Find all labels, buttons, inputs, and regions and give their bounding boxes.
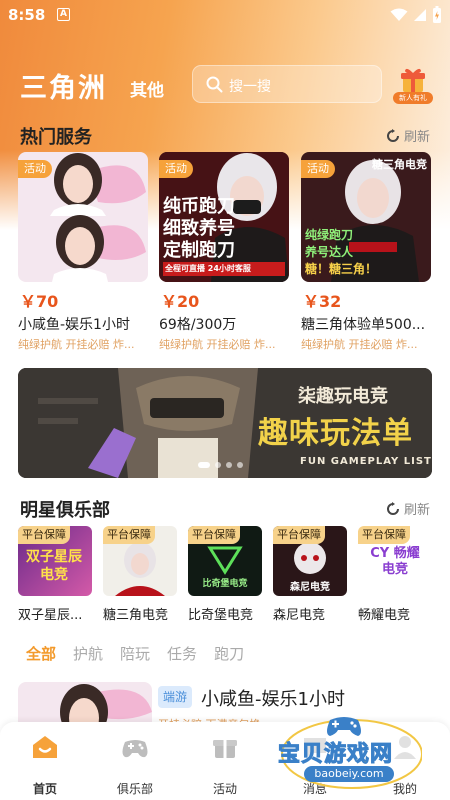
filter-tab-run[interactable]: 跑刀 — [214, 643, 244, 667]
club-logo-text: 双子星辰电竞 — [26, 549, 82, 583]
refresh-button[interactable]: 刷新 — [386, 499, 430, 518]
service-card[interactable]: 活动 ￥70 小咸鱼-娱乐1小时 纯绿护航 开挂必赔 炸... — [18, 152, 148, 352]
platform-guarantee-badge: 平台保障 — [103, 526, 155, 544]
club-logo-text: 森尼电竞 — [290, 582, 330, 593]
hot-services-list: 活动 ￥70 小咸鱼-娱乐1小时 纯绿护航 开挂必赔 炸... 纯币跑刀 细致养… — [18, 152, 438, 352]
filter-tab-all[interactable]: 全部 — [26, 643, 56, 667]
service-card[interactable]: 纯币跑刀 细致养号 定制跑刀 全程可直播 24小时客服 活动 ￥20 69格/3… — [159, 152, 289, 352]
search-placeholder: 搜一搜 — [229, 79, 271, 95]
club-card[interactable]: 平台保障 糖三角电竞 — [103, 526, 177, 626]
wifi-icon — [390, 8, 408, 21]
service-title: 69格/300万 — [159, 317, 237, 333]
club-name: 双子星辰... — [18, 608, 83, 623]
signal-icon — [414, 9, 426, 21]
pagination-dot[interactable] — [237, 462, 243, 468]
system-icons — [390, 6, 442, 24]
search-bar[interactable]: 搜一搜 — [192, 65, 382, 103]
club-card[interactable]: CY 畅耀电竞 平台保障 畅耀电竞 — [358, 526, 432, 626]
category-switch[interactable]: 其他 — [130, 76, 164, 101]
club-name: 比奇堡电竞 — [188, 608, 254, 623]
club-card[interactable]: 森尼电竞 平台保障 森尼电竞 — [273, 526, 347, 626]
service-price: ￥32 — [303, 292, 342, 311]
club-name: 糖三角电竞 — [103, 608, 169, 623]
activity-tag: 活动 — [159, 160, 193, 178]
tab-label: 俱乐部 — [116, 782, 153, 796]
pagination-dot[interactable] — [226, 462, 232, 468]
refresh-label: 刷新 — [403, 130, 430, 145]
section-title: 明星俱乐部 — [20, 500, 110, 521]
filter-tab-escort[interactable]: 护航 — [73, 643, 103, 667]
activity-tag: 活动 — [18, 160, 52, 178]
home-icon — [33, 736, 57, 758]
club-name: 畅耀电竞 — [358, 608, 411, 623]
pagination-dot[interactable] — [198, 462, 210, 468]
list-item-title: 小咸鱼-娱乐1小时 — [201, 689, 345, 710]
club-logo-text: CY 畅耀电竞 — [370, 546, 420, 577]
club-logo-text: 比奇堡电竞 — [202, 579, 248, 589]
category-filter-tabs: 全部 护航 陪玩 任务 跑刀 — [26, 643, 244, 667]
gift-label: 新人有礼 — [393, 92, 433, 104]
platform-guarantee-badge: 平台保障 — [188, 526, 240, 544]
banner-line3: FUN GAMEPLAY LIST — [300, 456, 432, 467]
service-title: 糖三角体验单500... — [301, 317, 426, 333]
hot-services-header: 热门服务 刷新 — [0, 121, 450, 151]
site-watermark: 宝贝游戏网 baobeiy.com — [272, 712, 422, 792]
section-title: 热门服务 — [20, 127, 92, 148]
platform-guarantee-badge: 平台保障 — [273, 526, 325, 544]
platform-guarantee-badge: 平台保障 — [358, 526, 410, 544]
banner-line2: 趣味玩法单 — [258, 416, 413, 451]
service-price: ￥70 — [20, 292, 59, 311]
search-icon — [206, 76, 223, 93]
tab-label: 活动 — [212, 782, 237, 796]
banner-line1: 柒趣玩电竞 — [298, 386, 388, 407]
refresh-icon — [387, 128, 399, 142]
refresh-label: 刷新 — [403, 503, 430, 518]
tab-home[interactable]: 首页 — [0, 732, 90, 796]
banner-pagination — [198, 462, 243, 468]
club-name: 森尼电竞 — [273, 608, 326, 623]
service-image-caption: 纯币跑刀 细致养号 定制跑刀 全程可直播 24小时客服 — [163, 196, 285, 276]
tab-activity[interactable]: 活动 — [180, 732, 270, 796]
game-title[interactable]: 三角洲 — [20, 66, 107, 105]
header: 三角洲 其他 搜一搜 新人有礼 — [0, 62, 450, 106]
pagination-dot[interactable] — [215, 462, 221, 468]
filter-tab-companion[interactable]: 陪玩 — [120, 643, 150, 667]
platform-guarantee-badge: 平台保障 — [18, 526, 70, 544]
club-card[interactable]: 比奇堡电竞 平台保障 比奇堡电竞 — [188, 526, 262, 626]
newcomer-gift-button[interactable]: 新人有礼 — [393, 66, 433, 104]
club-card[interactable]: 双子星辰电竞 平台保障 双子星辰... — [18, 526, 92, 626]
star-clubs-list: 双子星辰电竞 平台保障 双子星辰... 平台保障 糖三角电竞 比奇堡电竞 平台保… — [18, 526, 438, 626]
service-tags: 纯绿护航 开挂必赔 炸... — [159, 338, 276, 351]
watermark-url: baobeiy.com — [304, 766, 394, 782]
gamepad-icon — [122, 740, 148, 758]
status-bar: 8:58 A — [0, 0, 450, 30]
star-clubs-header: 明星俱乐部 刷新 — [0, 494, 450, 524]
tab-label: 首页 — [32, 782, 57, 796]
platform-tag: 端游 — [158, 686, 193, 708]
status-time: 8:58 — [8, 6, 46, 24]
notification-icon: A — [57, 8, 70, 21]
service-tags: 纯绿护航 开挂必赔 炸... — [18, 338, 135, 351]
gift-icon — [213, 740, 237, 758]
tab-club[interactable]: 俱乐部 — [90, 732, 180, 796]
service-price: ￥20 — [161, 292, 200, 311]
watermark-text: 宝贝游戏网 — [277, 742, 394, 768]
activity-tag: 活动 — [301, 160, 335, 178]
gift-icon — [401, 68, 425, 92]
service-title: 小咸鱼-娱乐1小时 — [18, 317, 130, 333]
battery-icon — [433, 6, 441, 23]
service-tags: 纯绿护航 开挂必赔 炸... — [301, 338, 418, 351]
service-card[interactable]: 糖三角电竞 纯绿跑刀 养号达人 糖！糖三角！ 活动 ￥32 糖三角体验单500.… — [301, 152, 431, 352]
refresh-icon — [387, 501, 399, 515]
filter-tab-task[interactable]: 任务 — [167, 643, 197, 667]
refresh-button[interactable]: 刷新 — [386, 126, 430, 145]
